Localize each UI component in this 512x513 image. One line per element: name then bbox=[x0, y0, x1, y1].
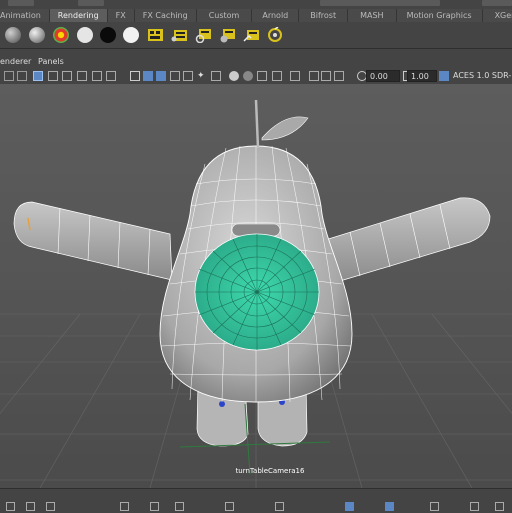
shelf-tab-bar: Animation Rendering FX FX Caching Custom… bbox=[0, 0, 512, 23]
status-field[interactable] bbox=[482, 0, 512, 6]
grid-icon[interactable] bbox=[33, 71, 43, 81]
menu-panels[interactable]: Panels bbox=[38, 55, 64, 68]
textured-icon[interactable] bbox=[170, 71, 180, 81]
gate-mask-icon[interactable] bbox=[77, 71, 87, 81]
tool-icon[interactable] bbox=[275, 502, 284, 511]
shelf-tabs: Animation Rendering FX FX Caching Custom… bbox=[0, 9, 512, 22]
color-space-dropdown[interactable]: ACES 1.0 SDR-vide bbox=[450, 70, 512, 92]
lightbulb-icon[interactable]: ✦ bbox=[197, 71, 207, 81]
tool-icon[interactable] bbox=[6, 502, 15, 511]
film-gate-icon[interactable] bbox=[48, 71, 58, 81]
gamma-field[interactable]: 1.00 bbox=[407, 70, 437, 82]
tab-bifrost[interactable]: Bifrost bbox=[299, 9, 349, 22]
tool-icon[interactable] bbox=[470, 502, 479, 511]
leaf-sprout bbox=[254, 99, 309, 149]
camera-attributes-icon[interactable] bbox=[17, 71, 27, 81]
tab-xgen[interactable]: XGen bbox=[482, 9, 512, 22]
status-field[interactable] bbox=[320, 0, 440, 6]
sphere-icon[interactable] bbox=[5, 27, 21, 43]
panel-menu-bar: enderer Panels bbox=[0, 55, 512, 69]
xray-active-icon[interactable] bbox=[334, 71, 344, 81]
3d-viewport[interactable]: turnTableCamera16 bbox=[0, 84, 512, 488]
tool-icon[interactable] bbox=[46, 502, 55, 511]
safe-action-icon[interactable] bbox=[106, 71, 116, 81]
tool-icon[interactable] bbox=[430, 502, 439, 511]
tool-icon[interactable] bbox=[26, 502, 35, 511]
tool-icon[interactable] bbox=[120, 502, 129, 511]
white-shader-icon[interactable] bbox=[123, 27, 139, 43]
xray-joints-icon[interactable] bbox=[321, 71, 331, 81]
tool-icon[interactable] bbox=[385, 502, 394, 511]
motion-blur-icon[interactable] bbox=[243, 71, 253, 81]
batch-render-icon[interactable] bbox=[266, 26, 284, 43]
xray-icon[interactable] bbox=[309, 71, 319, 81]
smooth-shade-icon[interactable] bbox=[143, 71, 153, 81]
tab-fx[interactable]: FX bbox=[107, 9, 135, 22]
render-icon[interactable] bbox=[147, 27, 165, 43]
hypershade-icon[interactable] bbox=[219, 27, 237, 43]
blinn-icon[interactable] bbox=[29, 27, 45, 43]
camera-name-label: turnTableCamera16 bbox=[235, 467, 305, 475]
top-status-strip bbox=[0, 0, 512, 9]
wireframe-on-shaded-icon[interactable] bbox=[156, 71, 166, 81]
render-settings-icon[interactable] bbox=[195, 27, 213, 44]
viewport-scene bbox=[0, 99, 512, 488]
rendering-shelf bbox=[0, 22, 512, 49]
resolution-gate-icon[interactable] bbox=[62, 71, 72, 81]
left-arm bbox=[13, 201, 173, 281]
tool-icon[interactable] bbox=[175, 502, 184, 511]
tab-motion-graphics[interactable]: Motion Graphics bbox=[396, 9, 483, 22]
ipr-render-icon[interactable] bbox=[171, 27, 189, 43]
status-field[interactable] bbox=[8, 0, 34, 6]
color-management-icon[interactable] bbox=[439, 71, 449, 81]
status-field[interactable] bbox=[78, 0, 104, 6]
field-chart-icon[interactable] bbox=[92, 71, 102, 81]
anti-aliasing-icon[interactable] bbox=[257, 71, 267, 81]
tab-fx-caching[interactable]: FX Caching bbox=[134, 9, 197, 22]
toon-shader-icon[interactable] bbox=[53, 27, 69, 43]
tab-custom[interactable]: Custom bbox=[196, 9, 253, 22]
tab-mash[interactable]: MASH bbox=[348, 9, 397, 22]
render-view-icon[interactable] bbox=[243, 27, 261, 43]
wireframe-icon[interactable] bbox=[130, 71, 140, 81]
panel-toolbar: ✦ 0.00 1.00 ACES 1.0 SDR-vide bbox=[0, 68, 512, 92]
lambert-white-icon[interactable] bbox=[77, 27, 93, 43]
black-shader-icon[interactable] bbox=[100, 27, 116, 43]
tool-icon[interactable] bbox=[345, 502, 354, 511]
selected-face-disc bbox=[194, 233, 320, 351]
exposure-field[interactable]: 0.00 bbox=[366, 70, 400, 82]
tool-icon[interactable] bbox=[150, 502, 159, 511]
use-all-lights-icon[interactable] bbox=[183, 71, 193, 81]
shadows-icon[interactable] bbox=[211, 71, 221, 81]
tab-rendering[interactable]: Rendering bbox=[49, 9, 108, 22]
right-arm bbox=[321, 197, 491, 285]
tab-arnold[interactable]: Arnold bbox=[252, 9, 300, 22]
ambient-occlusion-icon[interactable] bbox=[229, 71, 239, 81]
menu-renderer[interactable]: enderer bbox=[0, 55, 31, 68]
select-camera-icon[interactable] bbox=[4, 71, 14, 81]
tool-icon[interactable] bbox=[225, 502, 234, 511]
depth-of-field-icon[interactable] bbox=[272, 71, 282, 81]
tab-animation[interactable]: Animation bbox=[0, 9, 50, 22]
time-slider-bar bbox=[0, 488, 512, 513]
tool-icon[interactable] bbox=[495, 502, 504, 511]
isolate-select-icon[interactable] bbox=[290, 71, 300, 81]
